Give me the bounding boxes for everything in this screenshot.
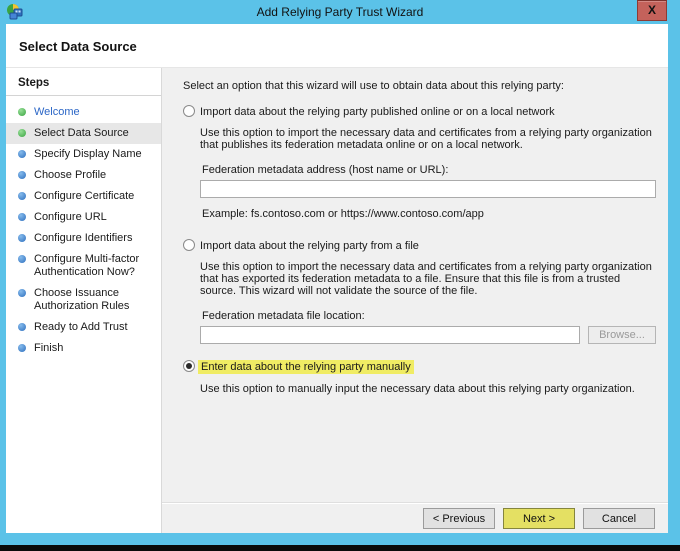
sidebar-step-specify-display-name: Specify Display Name xyxy=(6,144,161,165)
import-online-label[interactable]: Import data about the relying party publ… xyxy=(200,105,555,118)
option-import-file: Import data about the relying party from… xyxy=(183,239,658,344)
page-header: Select Data Source xyxy=(6,24,668,68)
metadata-file-input[interactable] xyxy=(200,326,580,344)
wizard-dialog: Select Data Source Steps Welcome Select … xyxy=(6,24,668,533)
steps-list: Welcome Select Data Source Specify Displ… xyxy=(6,96,161,359)
cancel-button[interactable]: Cancel xyxy=(583,508,655,529)
screen-bottom-edge xyxy=(0,545,680,551)
steps-heading: Steps xyxy=(6,68,161,96)
step-todo-bullet-icon xyxy=(18,323,26,331)
wizard-footer: < Previous Next > Cancel xyxy=(162,502,668,533)
import-online-radio[interactable] xyxy=(183,105,195,117)
step-todo-bullet-icon xyxy=(18,255,26,263)
sidebar-step-configure-url: Configure URL xyxy=(6,207,161,228)
window-title: Add Relying Party Trust Wizard xyxy=(0,5,680,19)
import-file-radio[interactable] xyxy=(183,239,195,251)
next-button[interactable]: Next > xyxy=(503,508,575,529)
steps-sidebar: Steps Welcome Select Data Source Specify… xyxy=(6,68,162,533)
metadata-address-example: Example: fs.contoso.com or https://www.c… xyxy=(202,208,658,220)
metadata-address-label: Federation metadata address (host name o… xyxy=(202,164,658,176)
sidebar-step-configure-certificate: Configure Certificate xyxy=(6,186,161,207)
option-import-online: Import data about the relying party publ… xyxy=(183,105,658,220)
metadata-address-input[interactable] xyxy=(200,180,656,198)
intro-text: Select an option that this wizard will u… xyxy=(183,80,658,92)
enter-manually-label[interactable]: Enter data about the relying party manua… xyxy=(198,360,414,374)
step-todo-bullet-icon xyxy=(18,213,26,221)
sidebar-step-welcome: Welcome xyxy=(6,102,161,123)
sidebar-step-configure-identifiers: Configure Identifiers xyxy=(6,228,161,249)
metadata-file-label: Federation metadata file location: xyxy=(202,310,658,322)
import-online-description: Use this option to import the necessary … xyxy=(200,127,658,151)
wizard-window: Add Relying Party Trust Wizard X Select … xyxy=(0,0,680,551)
main-panel: Select an option that this wizard will u… xyxy=(162,68,668,533)
previous-button[interactable]: < Previous xyxy=(423,508,495,529)
sidebar-step-choose-profile: Choose Profile xyxy=(6,165,161,186)
sidebar-step-configure-mfa: Configure Multi-factor Authentication No… xyxy=(6,249,161,283)
sidebar-step-select-data-source: Select Data Source xyxy=(6,123,161,144)
sidebar-step-ready-to-add-trust: Ready to Add Trust xyxy=(6,317,161,338)
step-done-bullet-icon xyxy=(18,108,26,116)
step-todo-bullet-icon xyxy=(18,171,26,179)
page-title: Select Data Source xyxy=(19,39,137,54)
browse-button[interactable]: Browse... xyxy=(588,326,656,344)
adfs-app-icon xyxy=(6,3,24,21)
step-todo-bullet-icon xyxy=(18,192,26,200)
import-file-label[interactable]: Import data about the relying party from… xyxy=(200,239,419,252)
step-done-bullet-icon xyxy=(18,129,26,137)
import-file-description: Use this option to import the necessary … xyxy=(200,261,658,297)
sidebar-step-issuance-rules: Choose Issuance Authorization Rules xyxy=(6,283,161,317)
sidebar-step-finish: Finish xyxy=(6,338,161,359)
step-todo-bullet-icon xyxy=(18,344,26,352)
step-todo-bullet-icon xyxy=(18,234,26,242)
title-bar: Add Relying Party Trust Wizard X xyxy=(0,0,680,24)
enter-manually-radio[interactable] xyxy=(183,360,195,372)
close-button[interactable]: X xyxy=(637,0,667,21)
enter-manually-description: Use this option to manually input the ne… xyxy=(200,383,658,395)
option-enter-manually: Enter data about the relying party manua… xyxy=(183,360,658,395)
step-todo-bullet-icon xyxy=(18,289,26,297)
step-todo-bullet-icon xyxy=(18,150,26,158)
